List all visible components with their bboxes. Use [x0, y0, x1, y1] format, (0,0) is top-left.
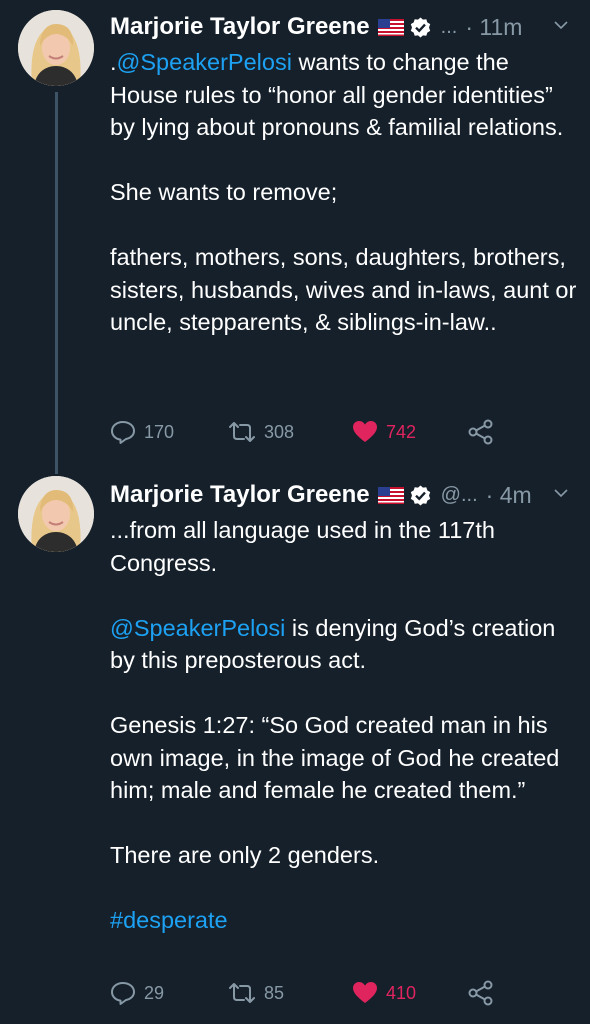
retweet-count: 308: [264, 421, 295, 442]
reply-button[interactable]: 170: [110, 417, 174, 447]
tweet-text: .@SpeakerPelosi wants to change the Hous…: [110, 46, 580, 339]
tweet-text: ...from all language used in the 117th C…: [110, 514, 580, 937]
tweet-paragraph: She wants to remove;: [110, 179, 338, 205]
tweet-header: Marjorie Taylor Greene ... · 11m: [110, 8, 590, 46]
tweet-paragraph: ...from all language used in the 117th C…: [110, 517, 495, 576]
mention-link[interactable]: @SpeakerPelosi: [117, 49, 292, 75]
like-count: 742: [386, 421, 417, 442]
like-button[interactable]: 410: [352, 978, 416, 1008]
share-button[interactable]: [468, 978, 494, 1008]
avatar[interactable]: [18, 476, 94, 552]
thread-line: [55, 92, 58, 474]
heart-icon: [353, 982, 377, 1003]
reply-button[interactable]: 29: [110, 978, 164, 1008]
author-name[interactable]: Marjorie Taylor Greene: [110, 13, 370, 41]
tweet-content: Marjorie Taylor Greene ... · 11m .@Speak…: [110, 8, 590, 339]
share-icon: [468, 419, 493, 445]
chevron-down-icon[interactable]: [554, 486, 568, 500]
verified-badge-icon: [410, 485, 431, 506]
tweet-paragraph: .@SpeakerPelosi wants to change the Hous…: [110, 46, 580, 144]
share-icon: [468, 980, 493, 1006]
retweet-count: 85: [264, 982, 285, 1003]
avatar-image: [18, 476, 94, 552]
tweet-paragraph: There are only 2 genders.: [110, 842, 380, 868]
tweet-paragraph: Genesis 1:27: “So God created man in his…: [110, 712, 560, 803]
chevron-down-icon[interactable]: [554, 18, 568, 32]
tweet-paragraph: @SpeakerPelosi is denying God’s creation…: [110, 612, 580, 677]
author-handle: @...: [440, 483, 478, 506]
avatar[interactable]: [18, 10, 94, 86]
author-name[interactable]: Marjorie Taylor Greene: [110, 481, 370, 509]
author-handle: ...: [440, 15, 458, 38]
mention-link[interactable]: @SpeakerPelosi: [110, 615, 285, 641]
verified-badge-icon: [410, 17, 431, 38]
reply-count: 170: [144, 421, 175, 442]
like-count: 410: [386, 982, 417, 1003]
retweet-icon: [229, 422, 255, 442]
reply-count: 29: [144, 982, 165, 1003]
tweet-header: Marjorie Taylor Greene @... · 4m: [110, 476, 590, 514]
us-flag-icon: [377, 486, 404, 504]
heart-icon: [353, 421, 377, 442]
avatar-image: [18, 10, 94, 86]
like-button[interactable]: 742: [352, 417, 416, 447]
hashtag-link[interactable]: #desperate: [110, 907, 228, 933]
retweet-icon: [229, 983, 255, 1003]
tweet-paragraph: fathers, mothers, sons, daughters, broth…: [110, 244, 577, 335]
share-button[interactable]: [468, 417, 494, 447]
retweet-button[interactable]: 85: [228, 978, 284, 1008]
tweet-actions: 170 308 742: [110, 417, 510, 447]
reply-icon: [111, 421, 135, 444]
tweet-timestamp[interactable]: · 11m: [465, 14, 522, 41]
tweet-paragraph: #desperate: [110, 904, 580, 937]
tweet-content: Marjorie Taylor Greene @... · 4m ...from…: [110, 476, 590, 937]
tweet-timestamp[interactable]: · 4m: [486, 482, 532, 509]
us-flag-icon: [377, 18, 404, 36]
tweet-actions: 29 85 410: [110, 978, 510, 1008]
reply-icon: [111, 982, 135, 1005]
retweet-button[interactable]: 308: [228, 417, 294, 447]
